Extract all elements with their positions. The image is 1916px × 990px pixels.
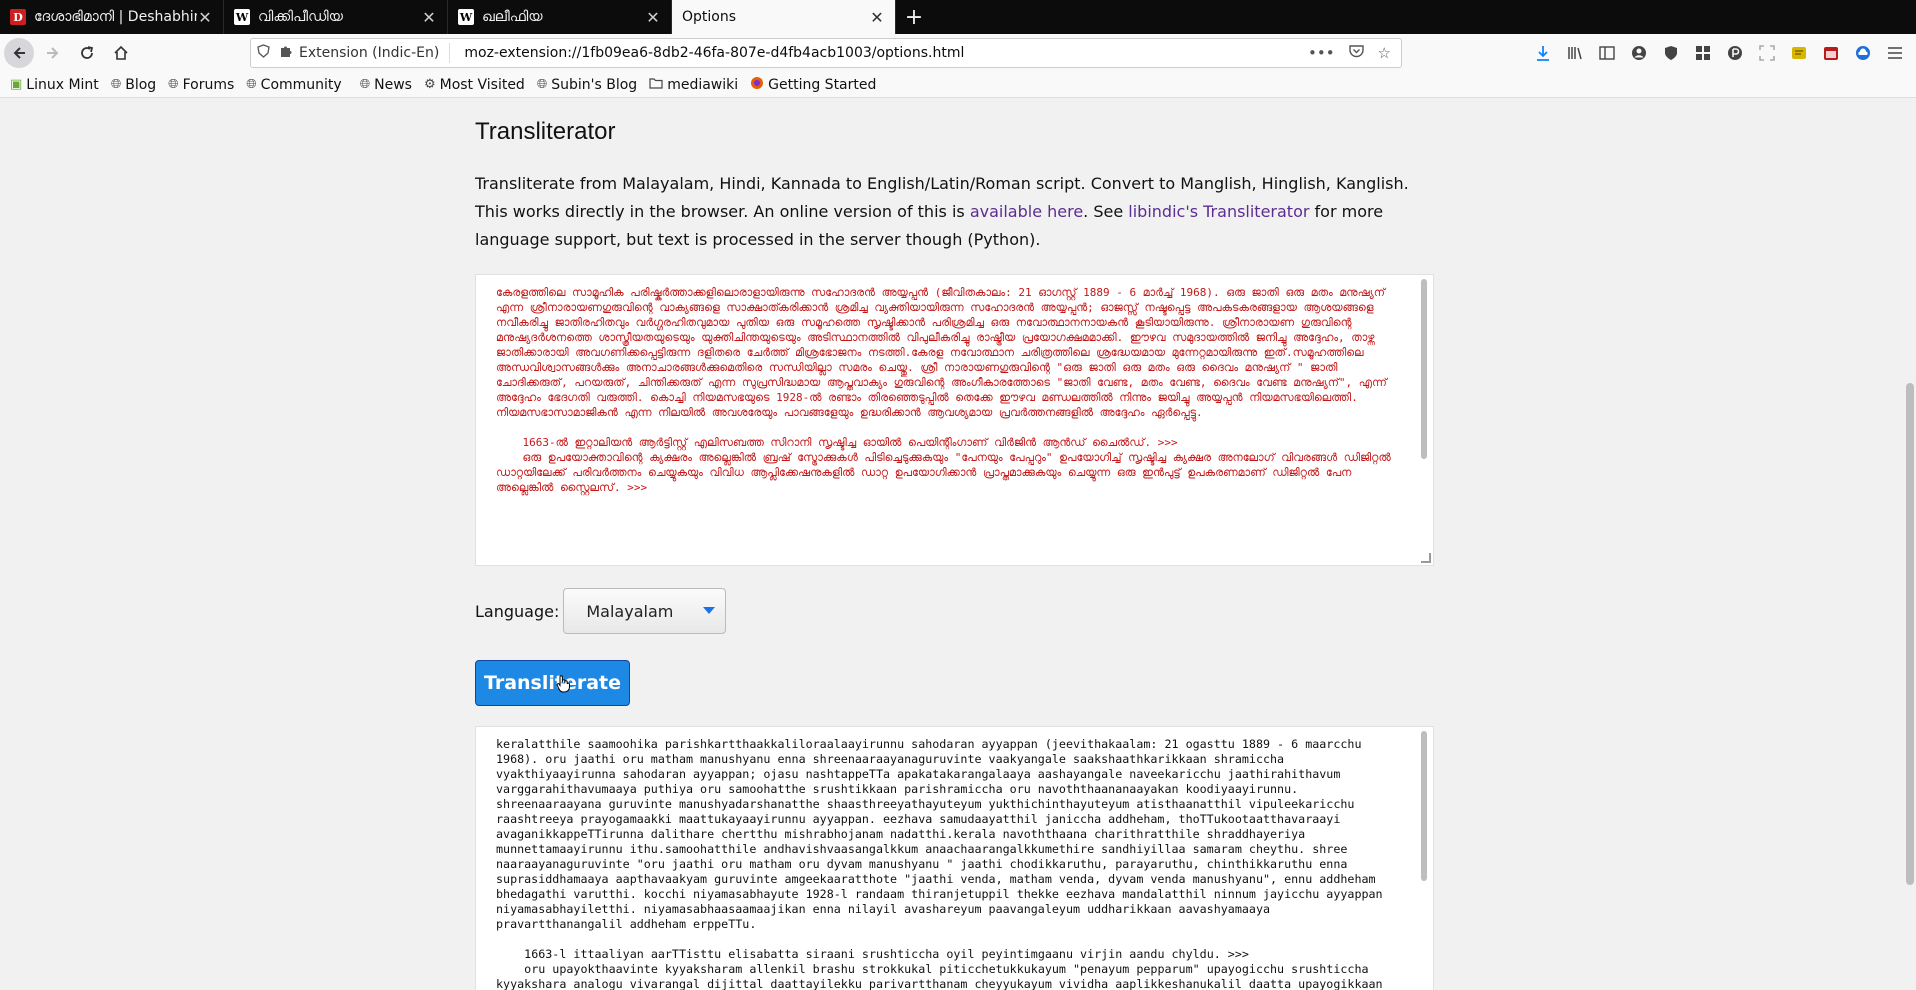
sidebar-icon[interactable] xyxy=(1598,44,1616,62)
identity-box[interactable]: Extension (Indic-En) xyxy=(275,43,451,63)
extension-shield-icon[interactable] xyxy=(1662,44,1680,62)
puzzle-piece-icon xyxy=(279,44,293,62)
bookmark-label: Forums xyxy=(182,76,235,93)
downloads-icon[interactable] xyxy=(1534,44,1552,62)
close-tab-icon[interactable]: ✕ xyxy=(645,8,661,27)
language-selected-value: Malayalam xyxy=(586,601,674,621)
tab-wikipedia-2[interactable]: W ഖലീഫിയ ✕ xyxy=(448,0,672,34)
globe-icon: 🌐︎ xyxy=(168,77,179,92)
wikipedia-favicon-icon: W xyxy=(458,9,474,25)
input-paragraph: 1663-ൽ ഇറ്റാലിയൻ ആർട്ടിസ്റ്റ് എലിസബത്ത സ… xyxy=(496,436,1391,494)
chevron-down-icon xyxy=(703,607,716,614)
bookmark-news[interactable]: 🌐︎ News xyxy=(360,77,412,93)
tab-options[interactable]: Options ✕ xyxy=(672,0,896,34)
page-title: Transliterator xyxy=(475,118,616,145)
tab-wikipedia[interactable]: W വിക്കിപീഡിയ ✕ xyxy=(224,0,448,34)
bookmark-blog[interactable]: 🌐︎ Blog xyxy=(111,77,156,93)
bookmark-linux-mint[interactable]: ▣ Linux Mint xyxy=(10,77,99,93)
bookmarks-toolbar: ▣ Linux Mint 🌐︎ Blog 🌐︎ Forums 🌐︎ Community … xyxy=(0,72,1916,98)
output-textarea[interactable]: keralatthile saamoohika parishkartthaakk… xyxy=(475,726,1434,990)
bookmark-label: Subin's Blog xyxy=(551,76,638,93)
transliterate-button[interactable]: Transliterate xyxy=(475,660,630,706)
textarea-scrollbar[interactable] xyxy=(1421,279,1427,459)
bookmark-label: Getting Started xyxy=(768,76,877,93)
fullscreen-icon[interactable] xyxy=(1758,44,1776,62)
reload-icon[interactable] xyxy=(72,38,102,68)
bookmark-star-icon[interactable]: ☆ xyxy=(1378,44,1391,62)
new-tab-button[interactable]: + xyxy=(896,0,932,34)
close-tab-icon[interactable]: ✕ xyxy=(421,8,437,27)
back-arrow-icon[interactable] xyxy=(4,38,34,68)
bookmark-label: mediawiki xyxy=(667,76,739,93)
tracking-shield-icon[interactable] xyxy=(251,44,275,62)
output-paragraph: 1663-l ittaaliyan aarTTisttu elisabatta … xyxy=(496,947,1383,990)
firefox-icon xyxy=(750,76,764,94)
deshabhimani-favicon-icon: D xyxy=(10,9,26,25)
navigation-toolbar: Extension (Indic-En) moz-extension://1fb… xyxy=(0,34,1916,72)
gear-icon: ⚙ xyxy=(423,77,436,92)
input-textarea[interactable]: കേരളത്തിലെ സാമൂഹിക പരിഷ്കർത്താക്കളിലൊരാള… xyxy=(475,274,1434,566)
globe-icon: 🌐︎ xyxy=(359,77,371,92)
cloud-extension-icon[interactable] xyxy=(1854,44,1872,62)
calendar-extension-icon[interactable] xyxy=(1822,44,1840,62)
forward-arrow-icon[interactable] xyxy=(38,38,68,68)
menu-hamburger-icon[interactable] xyxy=(1886,44,1904,62)
available-here-link[interactable]: available here xyxy=(970,202,1083,221)
bookmark-label: Community xyxy=(260,76,342,93)
page-actions-icon[interactable]: ••• xyxy=(1308,44,1335,62)
page-scrollbar[interactable] xyxy=(1906,383,1914,885)
note-extension-icon[interactable] xyxy=(1790,44,1808,62)
bookmark-label: Linux Mint xyxy=(26,76,99,93)
toolbar-right xyxy=(1534,34,1916,72)
bookmark-label: News xyxy=(374,76,412,93)
bookmark-most-visited[interactable]: ⚙ Most Visited xyxy=(424,77,525,93)
tab-title: Options xyxy=(682,9,737,25)
identity-label: Extension (Indic-En) xyxy=(299,45,440,61)
bookmark-getting-started[interactable]: Getting Started xyxy=(750,76,876,94)
output-paragraph: keralatthile saamoohika parishkartthaakk… xyxy=(496,737,1390,931)
tab-bar: D ദേശാഭിമാനി | Deshabhimani ✕ W വിക്കിപീ… xyxy=(0,0,1916,34)
input-paragraph: കേരളത്തിലെ സാമൂഹിക പരിഷ്കർത്താക്കളിലൊരാള… xyxy=(496,286,1394,419)
wikipedia-favicon-icon: W xyxy=(234,9,250,25)
bookmark-subins-blog[interactable]: 🌐︎ Subin's Blog xyxy=(537,77,637,93)
close-tab-icon[interactable]: ✕ xyxy=(869,8,885,27)
close-tab-icon[interactable]: ✕ xyxy=(197,8,213,27)
url-bar[interactable]: Extension (Indic-En) moz-extension://1fb… xyxy=(250,38,1402,68)
language-row: Language: Malayalam xyxy=(475,586,727,636)
page-viewport: Transliterator Transliterate from Malaya… xyxy=(0,98,1916,990)
transliterate-button-label: Transliterate xyxy=(483,672,622,694)
description-text: . See xyxy=(1083,202,1129,221)
tab-deshabhimani[interactable]: D ദേശാഭിമാനി | Deshabhimani ✕ xyxy=(0,0,224,34)
library-icon[interactable] xyxy=(1566,44,1584,62)
tab-title: ഖലീഫിയ xyxy=(482,9,543,25)
url-input[interactable]: moz-extension://1fb09ea6-8db2-46fa-807e-… xyxy=(450,45,1308,61)
tab-title: ദേശാഭിമാനി | Deshabhimani xyxy=(34,9,197,25)
textarea-scrollbar[interactable] xyxy=(1421,731,1427,881)
tab-title: വിക്കിപീഡിയ xyxy=(258,9,343,25)
language-select[interactable]: Malayalam xyxy=(563,588,727,634)
resize-handle-icon[interactable] xyxy=(1421,553,1431,563)
bookmark-mediawiki[interactable]: mediawiki xyxy=(649,77,738,93)
pushbullet-icon[interactable] xyxy=(1726,44,1744,62)
hand-cursor-icon xyxy=(556,675,570,693)
bookmark-forums[interactable]: 🌐︎ Forums xyxy=(168,77,234,93)
bookmark-label: Blog xyxy=(125,76,157,93)
pocket-icon[interactable] xyxy=(1348,44,1364,62)
globe-icon: 🌐︎ xyxy=(536,77,548,92)
folder-icon xyxy=(649,77,663,93)
globe-icon: 🌐︎ xyxy=(110,77,122,92)
bookmark-community[interactable]: 🌐︎ Community xyxy=(246,77,341,93)
page-description: Transliterate from Malayalam, Hindi, Kan… xyxy=(475,170,1415,254)
libindic-transliterator-link[interactable]: libindic's Transliterator xyxy=(1128,202,1309,221)
home-icon[interactable] xyxy=(106,38,136,68)
account-icon[interactable] xyxy=(1630,44,1648,62)
bookmark-label: Most Visited xyxy=(439,76,525,93)
linux-mint-icon: ▣ xyxy=(10,77,23,92)
extensions-grid-icon[interactable] xyxy=(1694,44,1712,62)
language-label: Language: xyxy=(475,601,560,621)
globe-icon: 🌐︎ xyxy=(246,77,257,92)
